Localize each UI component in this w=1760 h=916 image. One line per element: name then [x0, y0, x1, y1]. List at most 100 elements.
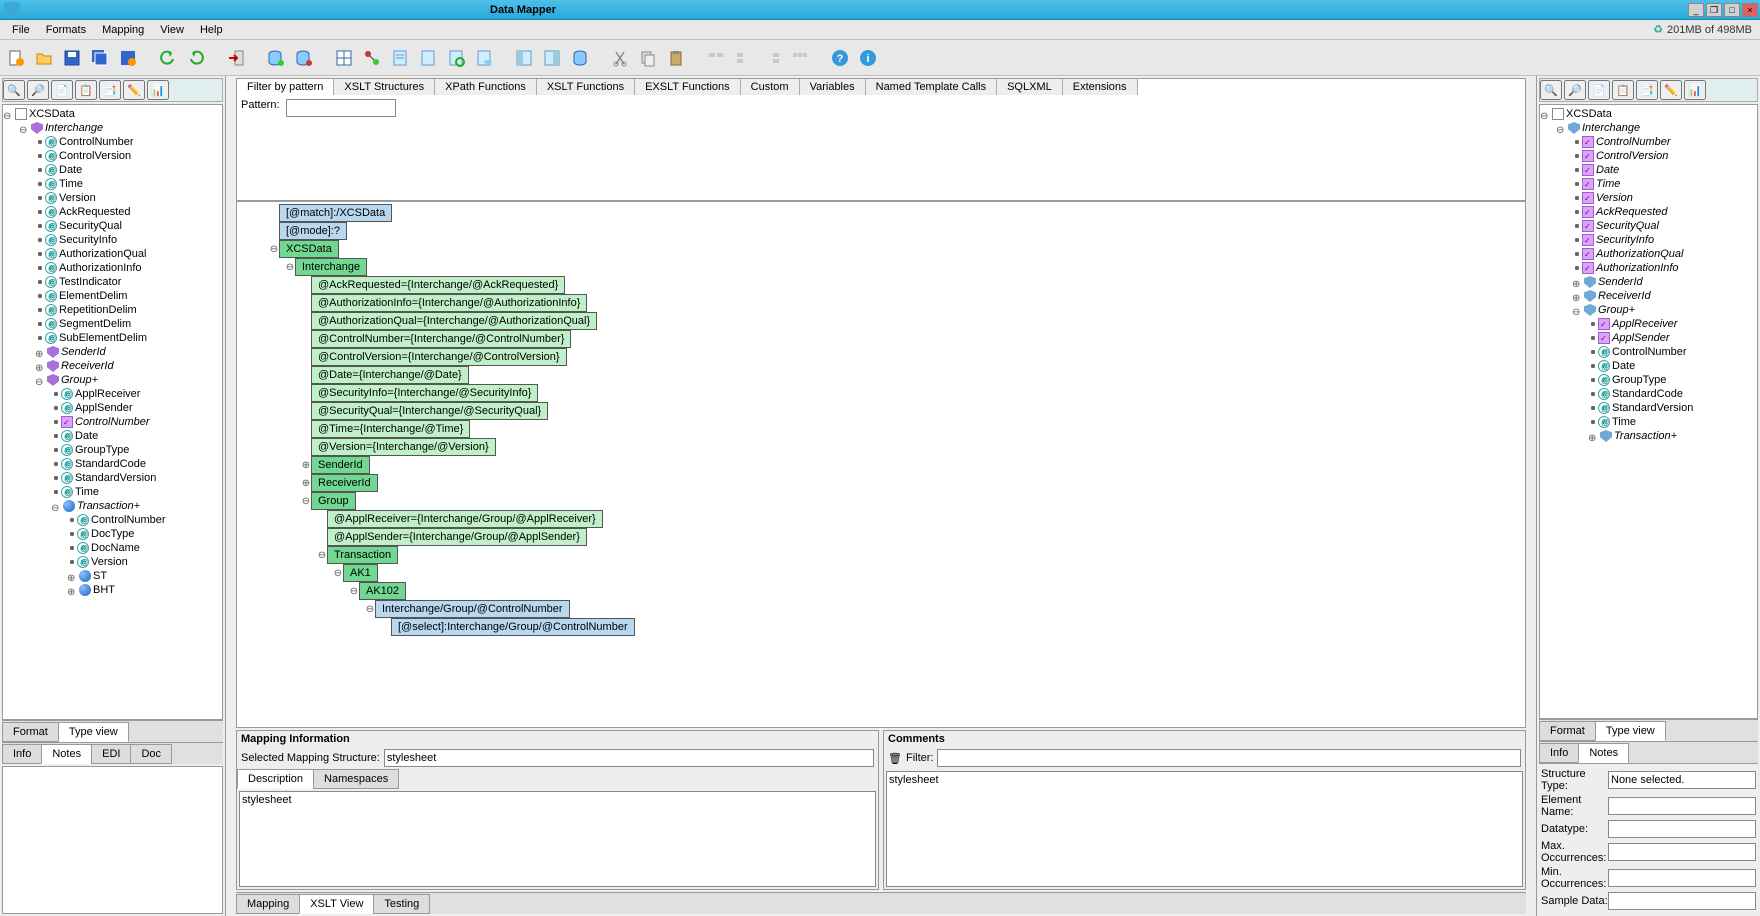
map-row[interactable]: @AckRequested={Interchange/@AckRequested…	[237, 276, 1525, 294]
map-row[interactable]: ⊖Interchange/Group/@ControlNumber	[237, 600, 1525, 618]
tree-node[interactable]: XCSData	[1540, 107, 1757, 121]
tab-mapping[interactable]: Mapping	[236, 894, 300, 914]
minimize-button[interactable]: _	[1688, 3, 1704, 17]
struct-name-input[interactable]	[1608, 797, 1756, 815]
tab-typeview-r[interactable]: Type view	[1595, 721, 1666, 741]
tree-node[interactable]: ControlNumber	[1540, 135, 1757, 149]
map-node[interactable]: @Version={Interchange/@Version}	[311, 438, 496, 456]
tab-typeview[interactable]: Type view	[58, 722, 129, 742]
paste-button[interactable]	[664, 46, 688, 70]
map-row[interactable]: @ApplSender={Interchange/Group/@ApplSend…	[237, 528, 1525, 546]
map-row[interactable]: @Date={Interchange/@Date}	[237, 366, 1525, 384]
tree-node[interactable]: SecurityInfo	[3, 233, 222, 247]
right-tree[interactable]: XCSDataInterchangeControlNumberControlVe…	[1539, 104, 1758, 719]
left-tool-5[interactable]: 📑	[99, 80, 121, 100]
tree-node[interactable]: ReceiverId	[3, 359, 222, 373]
description-text[interactable]: stylesheet	[239, 791, 876, 887]
tab-info-r[interactable]: Info	[1539, 743, 1579, 763]
tree-node[interactable]: Date	[3, 429, 222, 443]
copy-button[interactable]	[636, 46, 660, 70]
tree-node[interactable]: StandardVersion	[3, 471, 222, 485]
tree-node[interactable]: ElementDelim	[3, 289, 222, 303]
align2-button[interactable]	[732, 46, 756, 70]
filter-tab[interactable]: Variables	[800, 79, 866, 95]
tree-node[interactable]: ControlNumber	[3, 415, 222, 429]
remove-db-button[interactable]	[292, 46, 316, 70]
tree-node[interactable]: Date	[3, 163, 222, 177]
maximize-button[interactable]: □	[1724, 3, 1740, 17]
tab-info[interactable]: Info	[2, 744, 42, 764]
tree-node[interactable]: ReceiverId	[1540, 289, 1757, 303]
expand-icon[interactable]: ⊕	[301, 460, 311, 471]
filter-tab[interactable]: EXSLT Functions	[635, 79, 741, 95]
map-node[interactable]: @ControlVersion={Interchange/@ControlVer…	[311, 348, 567, 366]
map-row[interactable]: @SecurityQual={Interchange/@SecurityQual…	[237, 402, 1525, 420]
tree-node[interactable]: ApplReceiver	[1540, 317, 1757, 331]
map-row[interactable]: ⊕ReceiverId	[237, 474, 1525, 492]
filter-tab[interactable]: XPath Functions	[435, 79, 537, 95]
clear-filter-icon[interactable]: 🗑	[888, 752, 902, 765]
map-row[interactable]: @SecurityInfo={Interchange/@SecurityInfo…	[237, 384, 1525, 402]
left-notes-area[interactable]	[2, 766, 223, 914]
filter-tab[interactable]: XSLT Functions	[537, 79, 635, 95]
save-button[interactable]	[60, 46, 84, 70]
map-node[interactable]: [@select]:Interchange/Group/@ControlNumb…	[391, 618, 635, 636]
tree-node[interactable]: SegmentDelim	[3, 317, 222, 331]
map-row[interactable]: ⊖Group	[237, 492, 1525, 510]
panel1-button[interactable]	[512, 46, 536, 70]
map-node[interactable]: [@mode]:?	[279, 222, 347, 240]
menu-mapping[interactable]: Mapping	[94, 22, 152, 38]
left-tool-7[interactable]: 📊	[147, 80, 169, 100]
db-button[interactable]	[568, 46, 592, 70]
save-as-button[interactable]	[116, 46, 140, 70]
tab-doc[interactable]: Doc	[130, 744, 172, 764]
map-row[interactable]: [@select]:Interchange/Group/@ControlNumb…	[237, 618, 1525, 636]
map-row[interactable]: [@match]:/XCSData	[237, 204, 1525, 222]
filter-tab[interactable]: Named Template Calls	[866, 79, 997, 95]
expand-icon[interactable]: ⊖	[317, 550, 327, 561]
align1-button[interactable]	[704, 46, 728, 70]
map-row[interactable]: [@mode]:?	[237, 222, 1525, 240]
tab-description[interactable]: Description	[237, 769, 314, 789]
right-tool-6[interactable]: ✏️	[1660, 80, 1682, 100]
filter-input[interactable]	[937, 749, 1521, 767]
map-row[interactable]: ⊖XCSData	[237, 240, 1525, 258]
expand-icon[interactable]: ⊖	[365, 604, 375, 615]
tree-node[interactable]: GroupType	[1540, 373, 1757, 387]
expand-icon[interactable]: ⊖	[301, 496, 311, 507]
menu-help[interactable]: Help	[192, 22, 231, 38]
tree-node[interactable]: ApplSender	[3, 401, 222, 415]
tree-node[interactable]: ControlVersion	[1540, 149, 1757, 163]
tree-node[interactable]: Version	[1540, 191, 1757, 205]
menu-formats[interactable]: Formats	[38, 22, 94, 38]
map-node[interactable]: @Time={Interchange/@Time}	[311, 420, 470, 438]
map-node[interactable]: [@match]:/XCSData	[279, 204, 392, 222]
doc-refresh-button[interactable]	[444, 46, 468, 70]
expand-icon[interactable]	[1572, 291, 1582, 301]
left-tool-1[interactable]: 🔍	[3, 80, 25, 100]
doc-db-button[interactable]	[472, 46, 496, 70]
map-row[interactable]: @ApplReceiver={Interchange/Group/@ApplRe…	[237, 510, 1525, 528]
cut-button[interactable]	[608, 46, 632, 70]
tree-node[interactable]: XCSData	[3, 107, 222, 121]
expand-icon[interactable]: ⊖	[269, 244, 279, 255]
map-row[interactable]: ⊕SenderId	[237, 456, 1525, 474]
tree-node[interactable]: Date	[1540, 359, 1757, 373]
grid-button[interactable]	[332, 46, 356, 70]
filter-tab[interactable]: SQLXML	[997, 79, 1063, 95]
restore-button[interactable]: ❐	[1706, 3, 1722, 17]
pattern-input[interactable]	[286, 99, 396, 117]
tree-node[interactable]: SecurityQual	[3, 219, 222, 233]
expand-icon[interactable]: ⊖	[285, 262, 295, 273]
filter-tab[interactable]: XSLT Structures	[334, 79, 435, 95]
filter-tab[interactable]: Extensions	[1063, 79, 1138, 95]
expand-icon[interactable]: ⊕	[301, 478, 311, 489]
map-node[interactable]: Transaction	[327, 546, 398, 564]
align4-button[interactable]	[788, 46, 812, 70]
map-row[interactable]: ⊖AK102	[237, 582, 1525, 600]
map-node[interactable]: @ApplReceiver={Interchange/Group/@ApplRe…	[327, 510, 603, 528]
open-button[interactable]	[32, 46, 56, 70]
left-tree[interactable]: XCSDataInterchangeControlNumberControlVe…	[2, 104, 223, 720]
tree-node[interactable]: Time	[3, 177, 222, 191]
tree-node[interactable]: GroupType	[3, 443, 222, 457]
